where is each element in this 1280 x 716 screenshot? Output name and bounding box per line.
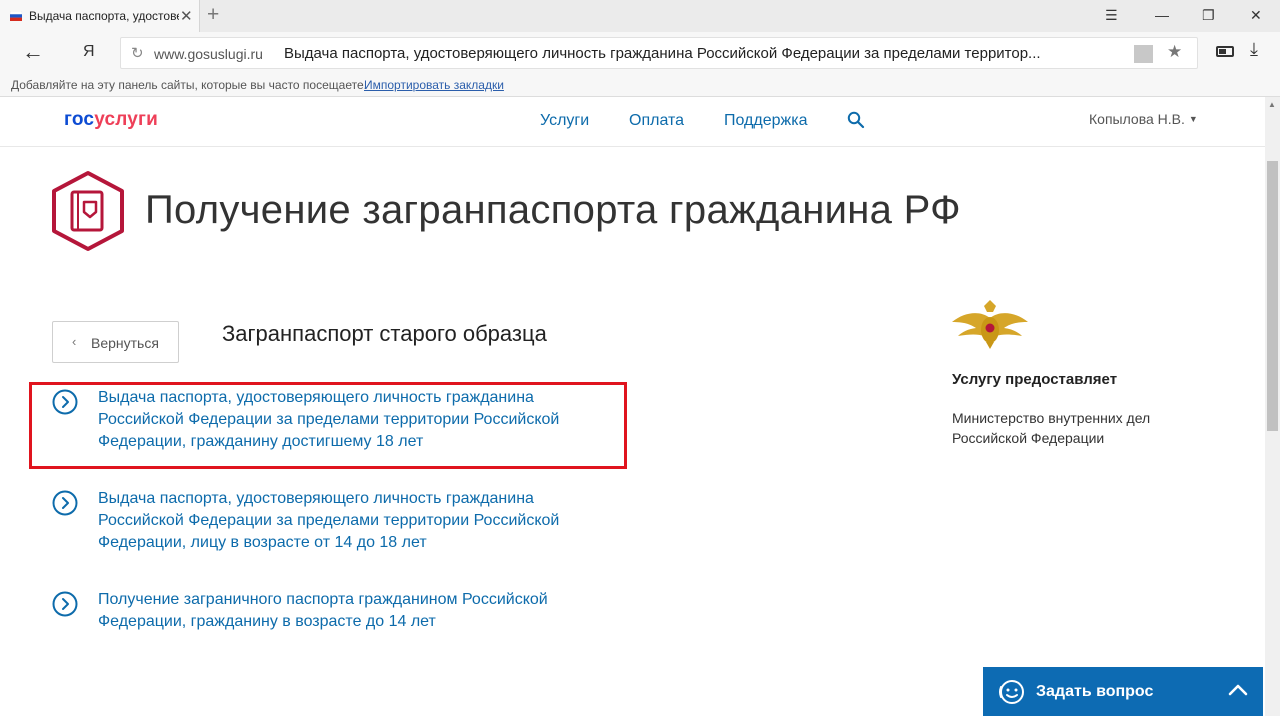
provider-name: Министерство внутренних дел Российской Ф… [952, 410, 1151, 446]
extension-icon[interactable] [1134, 45, 1153, 63]
passport-hexagon-icon [52, 171, 124, 251]
service-item-child[interactable]: Получение заграничного паспорта граждани… [52, 589, 612, 633]
bookmark-star-icon[interactable]: ★ [1167, 42, 1182, 62]
provider-label: Услугу предоставляет [952, 371, 1118, 388]
close-tab-icon[interactable]: ✕ [180, 7, 193, 25]
import-bookmarks-link[interactable]: Импортировать закладки [364, 78, 504, 92]
url-page-title: Выдача паспорта, удостоверяющего личност… [284, 45, 1041, 62]
ask-question-label: Задать вопрос [1036, 683, 1154, 700]
chevron-circle-icon [52, 490, 78, 516]
bookmarks-hint: Добавляйте на эту панель сайты, которые … [11, 78, 367, 92]
back-button[interactable]: ‹ Вернуться [52, 321, 179, 363]
user-name: Копылова Н.В. [1089, 111, 1185, 127]
menu-icon[interactable]: ☰ [1105, 7, 1118, 24]
browser-address-bar: ← Я ↻ www.gosuslugi.ru Выдача паспорта, … [0, 32, 1280, 74]
site-header: госуслуги Услуги Оплата Поддержка Копыло… [0, 97, 1265, 147]
back-button-label: Вернуться [91, 335, 159, 351]
yandex-icon[interactable]: Я [83, 43, 95, 61]
nav-services[interactable]: Услуги [540, 112, 589, 130]
back-arrow-icon[interactable]: ← [22, 39, 44, 65]
window-close-icon[interactable]: ✕ [1250, 7, 1262, 24]
browser-tab[interactable]: Выдача паспорта, удостоверяющего личност… [0, 0, 200, 32]
new-tab-icon[interactable]: + [207, 3, 219, 27]
chat-face-icon [999, 680, 1024, 704]
search-icon[interactable] [847, 111, 865, 129]
logo-part-gos: гос [64, 109, 95, 130]
service-link[interactable]: Получение заграничного паспорта граждани… [98, 589, 608, 633]
battery-saver-icon[interactable] [1216, 46, 1234, 57]
scroll-up-icon[interactable]: ▲ [1268, 100, 1276, 109]
url-domain: www.gosuslugi.ru [154, 46, 263, 62]
minimize-icon[interactable]: — [1155, 7, 1169, 23]
russia-flag-icon [10, 11, 22, 21]
service-link[interactable]: Выдача паспорта, удостоверяющего личност… [98, 488, 608, 554]
section-title: Загранпаспорт старого образца [222, 321, 547, 346]
ask-question-button[interactable]: Задать вопрос [983, 667, 1263, 716]
mvd-emblem-icon [952, 300, 1028, 349]
chevron-left-icon: ‹ [72, 334, 77, 349]
nav-support[interactable]: Поддержка [724, 112, 807, 130]
scroll-thumb[interactable] [1267, 161, 1278, 431]
highlight-frame [29, 382, 627, 469]
url-field[interactable]: ↻ www.gosuslugi.ru Выдача паспорта, удос… [120, 37, 1198, 69]
user-menu[interactable]: Копылова Н.В. ▼ [1089, 111, 1198, 127]
download-icon[interactable]: ⤓ [1250, 39, 1258, 60]
caret-down-icon: ▼ [1188, 114, 1198, 124]
nav-payment[interactable]: Оплата [629, 112, 684, 130]
tab-title: Выдача паспорта, удостоверяющего личност… [29, 9, 179, 23]
browser-tab-bar: Выдача паспорта, удостоверяющего личност… [0, 0, 1280, 32]
reload-icon[interactable]: ↻ [131, 44, 144, 62]
gosuslugi-logo[interactable]: госуслуги [64, 109, 158, 131]
service-item-teen[interactable]: Выдача паспорта, удостоверяющего личност… [52, 488, 612, 554]
page-title: Получение загранпаспорта гражданина РФ [145, 188, 961, 232]
restore-icon[interactable]: ❐ [1202, 7, 1215, 24]
chevron-circle-icon [52, 591, 78, 617]
chevron-up-icon[interactable] [1227, 682, 1249, 698]
logo-part-uslugi: услуги [94, 109, 159, 130]
page-scrollbar[interactable]: ▲ [1265, 97, 1280, 716]
bookmarks-bar: Добавляйте на эту панель сайты, которые … [0, 74, 1280, 97]
